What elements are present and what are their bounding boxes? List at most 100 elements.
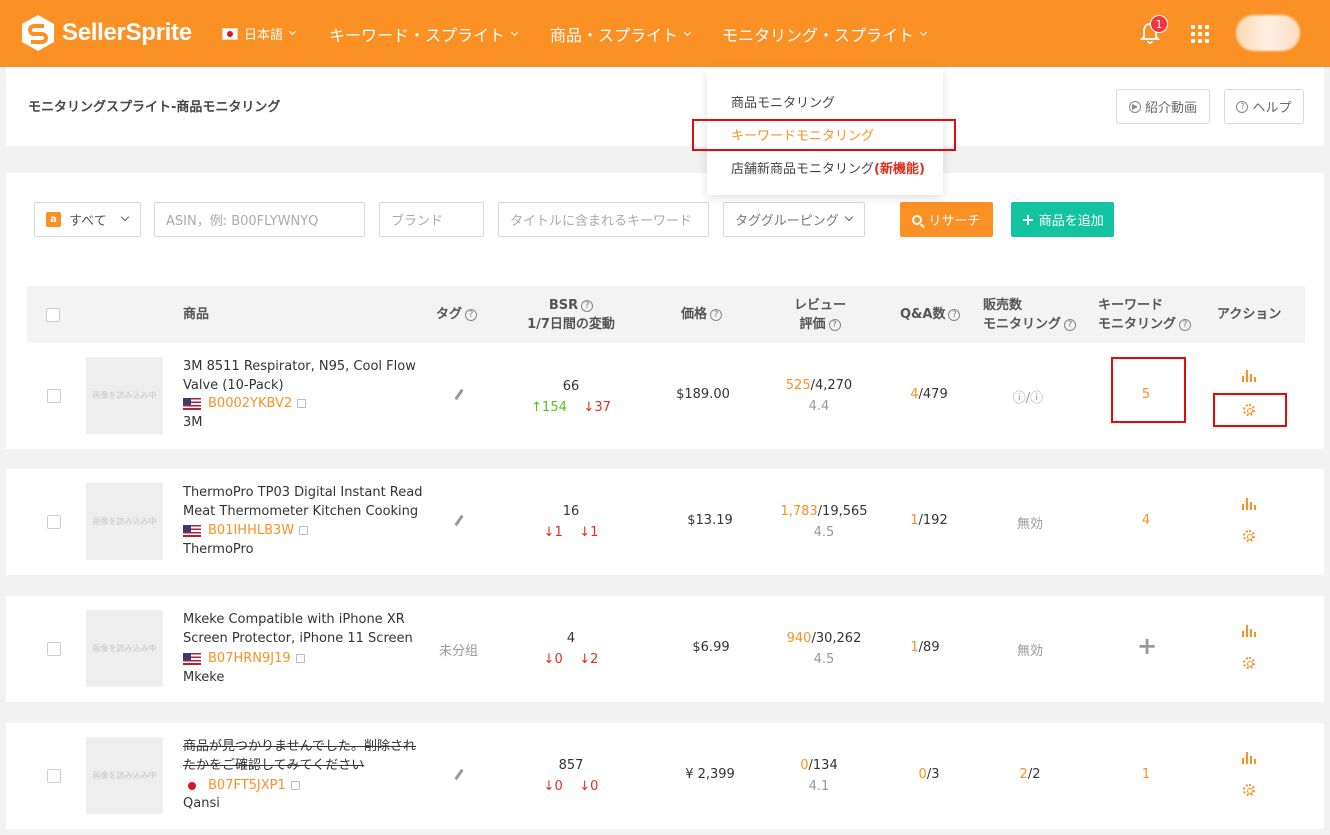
menu-item-product-monitoring[interactable]: 商品モニタリング xyxy=(731,92,835,111)
col-sales-monitoring: 販売数 モニタリング? xyxy=(983,296,1077,334)
product-thumbnail[interactable]: 画像を読み込み中 xyxy=(86,483,163,560)
avatar[interactable] xyxy=(1236,15,1300,51)
help-circle-icon[interactable]: ? xyxy=(1179,318,1192,331)
keyword-monitoring-count[interactable]: 4 xyxy=(1116,513,1176,528)
asin-placeholder: ASIN，例: B00FLYWNYQ xyxy=(166,214,319,229)
search-icon xyxy=(912,214,923,225)
chevron-down-icon xyxy=(844,212,854,222)
marketplace-value: すべて xyxy=(69,214,107,229)
external-link-icon[interactable] xyxy=(297,399,307,408)
chart-bars-icon[interactable] xyxy=(1242,370,1256,382)
help-circle-icon[interactable]: ? xyxy=(710,308,723,321)
gear-icon[interactable] xyxy=(1243,784,1255,796)
table-row: 画像を読み込み中 Mkeke Compatible with iPhone XR… xyxy=(6,596,1324,702)
pencil-icon[interactable] xyxy=(454,768,464,781)
highlight-box xyxy=(1111,357,1186,423)
brand-placeholder: ブランド xyxy=(391,214,444,229)
menu-item-label: 商品モニタリング xyxy=(731,96,836,111)
highlight-box xyxy=(1213,393,1287,427)
pencil-icon[interactable] xyxy=(454,388,464,401)
help-circle-icon[interactable]: ? xyxy=(581,299,594,312)
brand-name: Mkeke xyxy=(183,670,225,685)
plus-icon: + xyxy=(1021,210,1035,229)
help-circle-icon[interactable]: ? xyxy=(948,308,961,321)
brand-input[interactable]: ブランド xyxy=(379,202,484,237)
product-thumbnail[interactable]: 画像を読み込み中 xyxy=(86,610,163,687)
language-selector[interactable]: 日本語 xyxy=(222,24,297,43)
product-title[interactable]: 3M 8511 Respirator, N95, Cool Flow Valve … xyxy=(183,357,433,395)
add-product-button[interactable]: + 商品を追加 xyxy=(1011,202,1114,237)
help-circle-icon[interactable]: ? xyxy=(1064,318,1077,331)
nav-label: キーワード・スプライト xyxy=(329,26,506,45)
asin-link[interactable]: B07HRN9J19 xyxy=(183,651,305,666)
product-title[interactable]: ThermoPro TP03 Digital Instant Read Meat … xyxy=(183,483,433,521)
logo-text: SellerSprite xyxy=(62,19,192,46)
intro-video-button[interactable]: ▶ 紹介動画 xyxy=(1116,89,1210,124)
chevron-down-icon xyxy=(919,28,928,36)
nav-monitoring-sprite[interactable]: モニタリング・スプライト xyxy=(722,22,928,46)
flag-jp-icon xyxy=(183,780,201,792)
external-link-icon[interactable] xyxy=(295,654,305,663)
menu-item-label: 店舗新商品モニタリング xyxy=(731,162,875,177)
top-nav-bar: SellerSprite 日本語 キーワード・スプライト 商品・スプライト モニ… xyxy=(0,0,1330,67)
col-review: レビュー 評価? xyxy=(793,298,846,332)
brand-name: Qansi xyxy=(183,796,220,811)
notification-badge: 1 xyxy=(1150,15,1168,33)
nav-product-sprite[interactable]: 商品・スプライト xyxy=(550,22,692,46)
title-keyword-input[interactable]: タイトルに含まれるキーワード xyxy=(498,202,709,237)
asin-input[interactable]: ASIN，例: B00FLYWNYQ xyxy=(154,202,365,237)
sales-monitoring-cell[interactable]: 無効 xyxy=(1000,513,1060,532)
row-checkbox[interactable] xyxy=(47,642,61,656)
title-keyword-placeholder: タイトルに含まれるキーワード xyxy=(510,214,693,229)
external-link-icon[interactable] xyxy=(299,526,309,535)
asin-link[interactable]: B0002YKBV2 xyxy=(183,396,307,411)
select-all-checkbox[interactable] xyxy=(46,308,60,322)
sales-monitoring-cell[interactable]: ⓘ/ⓘ xyxy=(998,387,1058,406)
bsr-value: 16 xyxy=(562,504,580,519)
row-checkbox[interactable] xyxy=(47,389,61,403)
pencil-icon[interactable] xyxy=(454,514,464,527)
gear-icon[interactable] xyxy=(1243,530,1255,542)
col-tag: タグ? xyxy=(436,305,478,324)
product-title[interactable]: 商品が見つかりませんでした。削除され たかをご確認してみてください xyxy=(183,737,433,775)
brand-name: ThermoPro xyxy=(183,542,254,557)
help-circle-icon[interactable]: ? xyxy=(465,308,478,321)
product-thumbnail[interactable]: 画像を読み込み中 xyxy=(86,737,163,814)
amazon-icon: a xyxy=(46,212,61,227)
logo[interactable]: SellerSprite xyxy=(20,14,192,52)
gear-icon[interactable] xyxy=(1243,657,1255,669)
search-button[interactable]: リサーチ xyxy=(900,202,993,237)
asin-link[interactable]: B01IHHLB3W xyxy=(183,523,309,538)
rating-value: 4.5 xyxy=(813,652,835,667)
sales-monitoring-cell[interactable]: 2/2 xyxy=(1000,767,1060,782)
bsr-value: 66 xyxy=(562,379,580,394)
external-link-icon[interactable] xyxy=(290,781,300,790)
qa-cell: 1/89 xyxy=(910,640,940,655)
chevron-down-icon xyxy=(683,28,692,36)
brand-name: 3M xyxy=(183,415,203,430)
chart-bars-icon[interactable] xyxy=(1242,498,1256,510)
help-button[interactable]: ? ヘルプ xyxy=(1224,89,1304,124)
chart-bars-icon[interactable] xyxy=(1242,625,1256,637)
product-thumbnail[interactable]: 画像を読み込み中 xyxy=(86,357,163,434)
add-keyword-monitoring-button[interactable]: + xyxy=(1137,632,1157,660)
col-bsr-sub: 1/7日間の変動 xyxy=(527,317,615,332)
apps-grid-icon[interactable] xyxy=(1191,25,1209,43)
chevron-down-icon xyxy=(120,212,130,222)
row-checkbox[interactable] xyxy=(47,515,61,529)
tag-group-select[interactable]: タググルーピング xyxy=(723,202,865,237)
chart-bars-icon[interactable] xyxy=(1242,752,1256,764)
asin-link[interactable]: B07FT5JXP1 xyxy=(183,778,300,793)
rating-value: 4.4 xyxy=(808,399,830,414)
review-cell: 0/134 4.1 xyxy=(769,755,869,797)
product-title[interactable]: Mkeke Compatible with iPhone XR Screen Pr… xyxy=(183,610,433,648)
keyword-monitoring-count[interactable]: 1 xyxy=(1116,767,1176,782)
sales-monitoring-cell[interactable]: 無効 xyxy=(1000,640,1060,659)
row-checkbox[interactable] xyxy=(47,769,61,783)
new-feature-badge: (新機能) xyxy=(874,162,925,177)
nav-keyword-sprite[interactable]: キーワード・スプライト xyxy=(329,22,519,46)
help-circle-icon[interactable]: ? xyxy=(828,318,841,331)
marketplace-select[interactable]: a すべて xyxy=(34,202,141,237)
menu-item-store-new-product-monitoring[interactable]: 店舗新商品モニタリング(新機能) xyxy=(731,158,925,177)
tag-label[interactable]: 未分组 xyxy=(439,640,478,659)
